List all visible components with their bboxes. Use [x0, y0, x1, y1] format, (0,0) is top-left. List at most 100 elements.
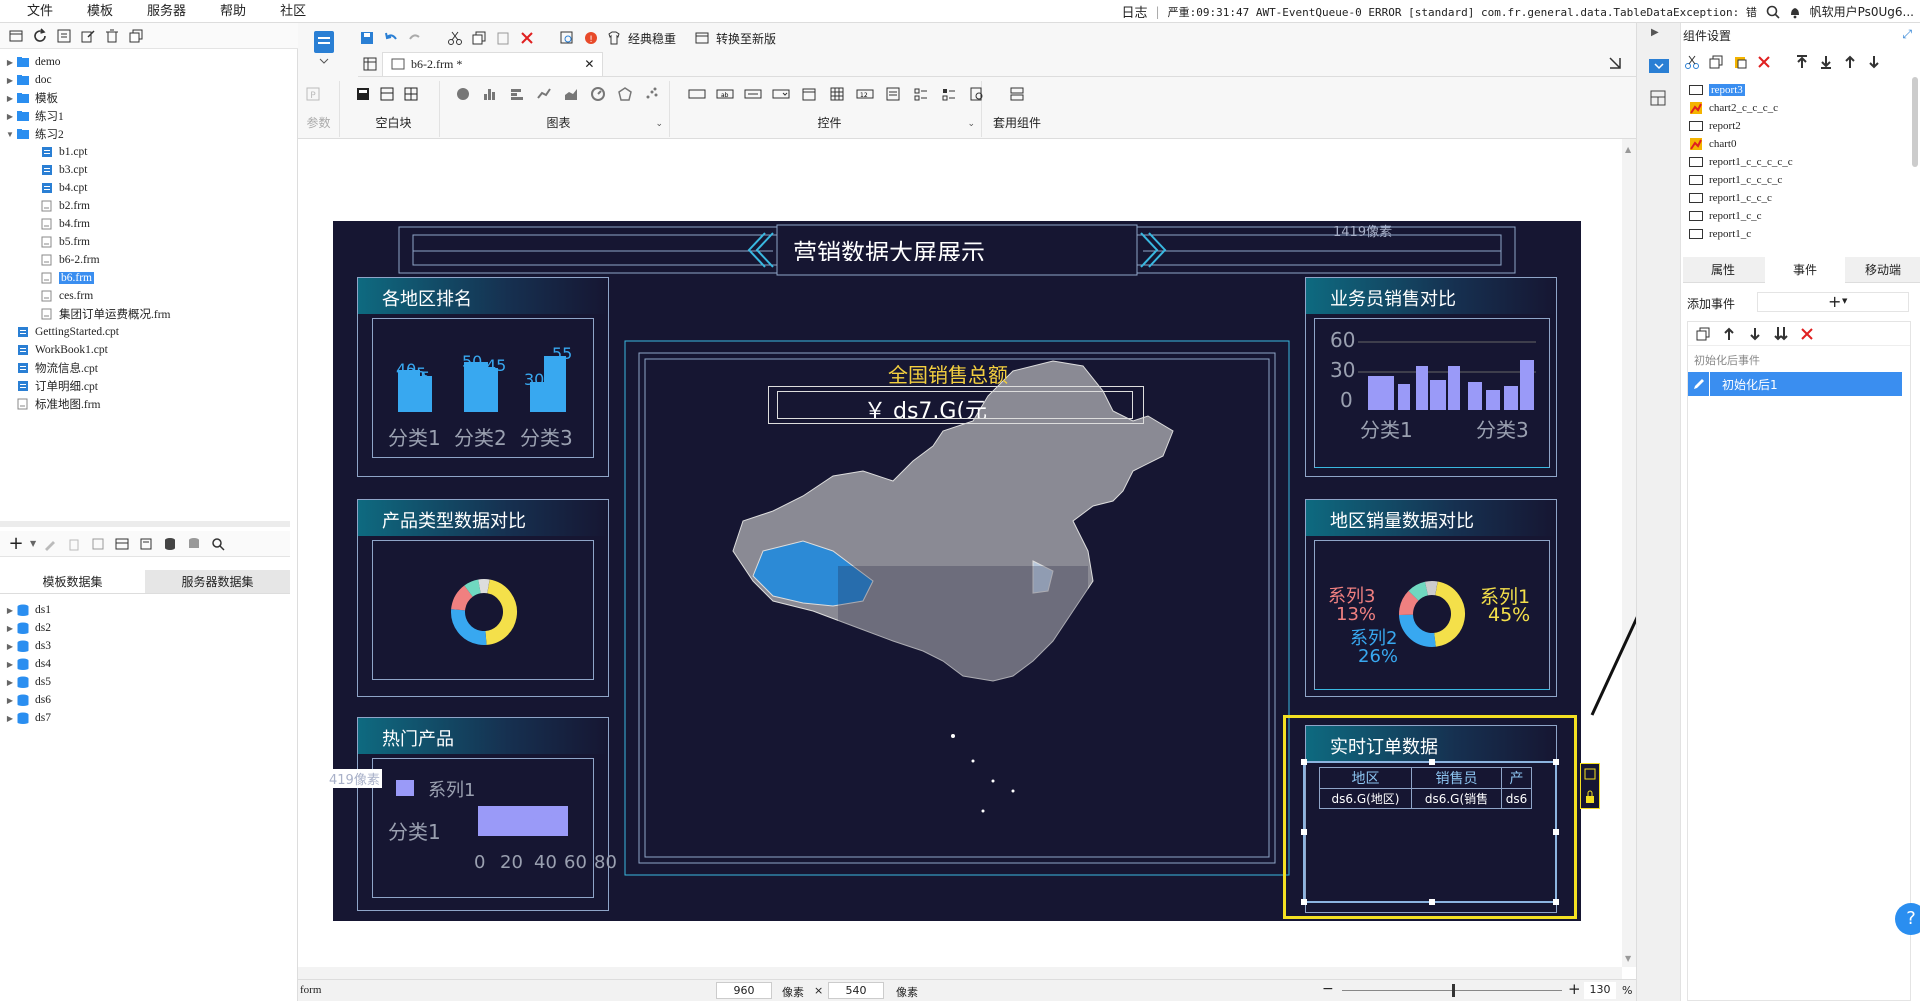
panel-splitter[interactable] — [0, 521, 290, 527]
panel-product-type[interactable]: 产品类型数据对比 — [357, 499, 609, 697]
tree-item[interactable]: b5.frm — [40, 233, 90, 251]
radar-chart-icon[interactable] — [616, 85, 634, 103]
tab-server-datasets[interactable]: 服务器数据集 — [145, 570, 290, 593]
dataset-item[interactable]: ▶ ds3 — [4, 637, 51, 655]
menu-community[interactable]: 社区 — [263, 0, 323, 23]
move-up-icon[interactable] — [1841, 53, 1859, 71]
dataset-item[interactable]: ▶ ds7 — [4, 709, 51, 727]
suite-component-icon[interactable] — [1008, 85, 1026, 103]
cut-icon[interactable] — [446, 29, 464, 47]
component-item[interactable]: report2 — [1689, 117, 1741, 135]
move-down-icon[interactable] — [1865, 53, 1883, 71]
tree-item[interactable]: b1.cpt — [40, 143, 87, 161]
panel-region-rank[interactable]: 各地区排名 40 35 25 50 45 30 55 分类1 分类2 分类3 — [357, 277, 609, 477]
component-item[interactable]: report1_c_c_c — [1689, 189, 1772, 207]
tree-item[interactable]: b6.frm — [40, 269, 94, 287]
grid-widget-icon[interactable] — [828, 85, 846, 103]
sales-total-box[interactable]: ￥ ds7.G(元 — [768, 386, 1144, 424]
menu-server[interactable]: 服务器 — [130, 0, 203, 23]
table-cell[interactable]: ds6 — [1501, 788, 1532, 809]
convert-button[interactable]: 转换至新版 — [716, 30, 776, 47]
user-name[interactable]: 帆软用户Ps0Ug6... — [1810, 3, 1914, 20]
tree-item[interactable]: ▶ demo — [4, 53, 61, 71]
button-widget-icon[interactable] — [744, 85, 762, 103]
component-item[interactable]: report1_c_c_c_c — [1689, 171, 1782, 189]
event-up-icon[interactable] — [1720, 325, 1738, 343]
panel-region-volume[interactable]: 地区销量数据对比 系列3 13% 系列1 45% 系列2 26% — [1305, 499, 1557, 697]
tree-item[interactable]: b6-2.frm — [40, 251, 100, 269]
horizontal-scrollbar[interactable] — [298, 967, 1622, 979]
collapse-right-icon[interactable]: ▶ — [1651, 27, 1659, 38]
expand-icon[interactable]: ▶ — [4, 56, 16, 68]
scatter-chart-icon[interactable] — [643, 85, 661, 103]
table-cell[interactable]: ds6.G(销售 — [1411, 788, 1502, 809]
delete-icon[interactable] — [518, 29, 536, 47]
tree-item[interactable]: ces.frm — [40, 287, 93, 305]
tree-item[interactable]: ▼ 练习2 — [4, 125, 64, 143]
tab-b6-2[interactable]: b6-2.frm * ✕ — [382, 51, 604, 76]
text-widget-icon[interactable]: ab — [716, 85, 734, 103]
remove-dataset-icon[interactable] — [64, 534, 84, 554]
hbar-chart-icon[interactable] — [508, 85, 526, 103]
menu-template[interactable]: 模板 — [70, 0, 130, 23]
lock-icon[interactable] — [1584, 790, 1596, 804]
table-cell[interactable]: ds6.G(地区) — [1319, 788, 1412, 809]
refresh-icon[interactable] — [30, 26, 50, 46]
cache-icon[interactable] — [184, 534, 204, 554]
preview-icon[interactable] — [558, 29, 576, 47]
tree-item[interactable]: ▶ doc — [4, 71, 52, 89]
gauge-chart-icon[interactable] — [589, 85, 607, 103]
bar-chart-icon[interactable] — [481, 85, 499, 103]
paste-icon[interactable] — [1731, 53, 1749, 71]
log-message[interactable]: 严重:09:31:47 AWT-EventQueue-0 ERROR [stan… — [1168, 4, 1758, 20]
width-input[interactable]: 960 — [716, 982, 772, 999]
copy-icon[interactable] — [1707, 53, 1725, 71]
tab-template-datasets[interactable]: 模板数据集 — [0, 570, 145, 593]
bell-icon[interactable] — [1788, 5, 1802, 19]
edit-dataset-icon[interactable] — [40, 534, 60, 554]
component-item[interactable]: report3 — [1689, 81, 1745, 99]
tree-item[interactable]: 集团订单运费概况.frm — [40, 305, 170, 323]
copy-icon[interactable] — [470, 29, 488, 47]
edit-icon[interactable] — [78, 26, 98, 46]
component-scrollbar[interactable] — [1912, 77, 1918, 167]
tree-item[interactable]: b3.cpt — [40, 161, 87, 179]
expand-icon[interactable]: ▶ — [4, 694, 16, 706]
dataset-item[interactable]: ▶ ds1 — [4, 601, 51, 619]
layout-icon[interactable] — [1649, 89, 1667, 107]
tree-item[interactable]: b4.frm — [40, 215, 90, 233]
expand-icon[interactable]: ▶ — [4, 658, 16, 670]
tree-item[interactable]: ▶ 模板 — [4, 89, 58, 107]
undo-icon[interactable] — [382, 29, 400, 47]
template-icon[interactable] — [312, 29, 336, 69]
dataset-item[interactable]: ▶ ds4 — [4, 655, 51, 673]
copy-event-icon[interactable] — [1694, 325, 1712, 343]
component-item[interactable]: report1_c_c — [1689, 207, 1762, 225]
tree-item[interactable]: GettingStarted.cpt — [4, 323, 119, 341]
expand-icon[interactable]: ▶ — [4, 74, 16, 86]
expand-icon[interactable]: ▼ — [4, 128, 16, 140]
preview-icon[interactable] — [88, 534, 108, 554]
menu-help[interactable]: 帮助 — [203, 0, 263, 23]
delete-icon[interactable] — [1755, 53, 1773, 71]
tree-item[interactable]: b4.cpt — [40, 179, 87, 197]
design-canvas[interactable]: ▲ ▼ 营销数据大屏展示 1419像素 各地区排名 40 35 25 50 45… — [298, 139, 1722, 985]
table-icon[interactable] — [112, 534, 132, 554]
classic-theme-button[interactable]: 经典稳重 — [628, 30, 676, 47]
height-input[interactable]: 540 — [828, 982, 884, 999]
tree-item[interactable]: b2.frm — [40, 197, 90, 215]
expand-icon[interactable]: ▶ — [4, 676, 16, 688]
expand-icon[interactable]: ▶ — [4, 712, 16, 724]
cut-icon[interactable] — [1683, 53, 1701, 71]
expand-icon[interactable]: ▶ — [4, 622, 16, 634]
save-icon[interactable] — [358, 29, 376, 47]
tree-item[interactable]: ▶ 练习1 — [4, 107, 64, 125]
move-top-icon[interactable] — [1793, 53, 1811, 71]
component-settings-icon[interactable] — [1647, 57, 1671, 75]
server-dataset-icon[interactable] — [136, 534, 156, 554]
tab-events[interactable]: 事件 — [1765, 257, 1845, 283]
textarea-widget-icon[interactable] — [884, 85, 902, 103]
widget-dropdown-icon[interactable]: ⌄ — [967, 119, 975, 129]
report3-selection[interactable]: 地区 销售员 产 ds6.G(地区) ds6.G(销售 ds6 — [1301, 759, 1559, 905]
add-event-dropdown[interactable]: + ▼ — [1757, 292, 1909, 312]
